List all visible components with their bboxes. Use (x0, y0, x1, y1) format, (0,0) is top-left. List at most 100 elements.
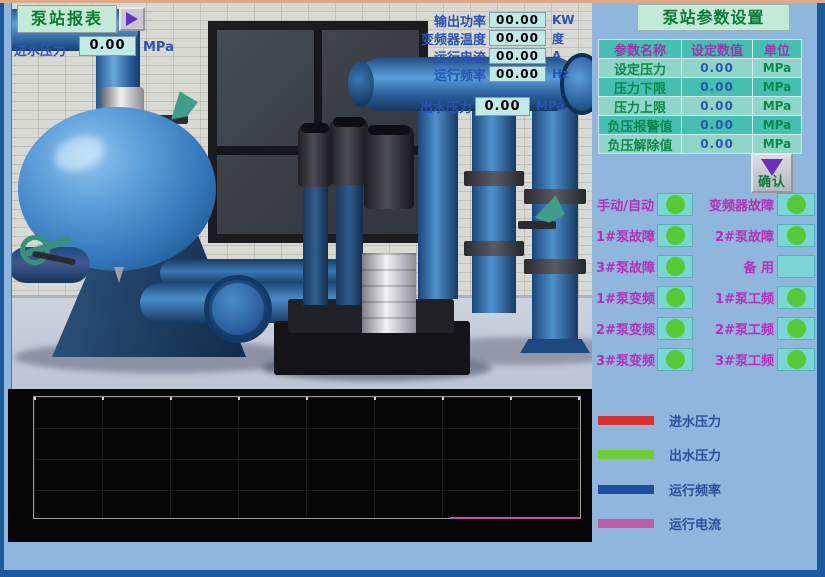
status-lamp (666, 257, 685, 276)
confirm-button[interactable]: 确认 (751, 153, 793, 193)
legend-color-bar (598, 519, 654, 528)
frame-left (0, 3, 4, 577)
status-lamp (666, 288, 685, 307)
setting-value[interactable]: 0.00 (682, 97, 752, 115)
readout-value: 00.00 (489, 66, 546, 82)
frame-bottom (0, 570, 825, 577)
trend-plot-area (33, 396, 581, 519)
settings-col-header: 参数名称 (599, 40, 681, 58)
pump-motor-3 (364, 125, 414, 209)
readout-label: 输出功率 (376, 11, 486, 30)
readout-row: 运行电流 00.00 A (376, 47, 575, 65)
status-lamp-box (657, 317, 693, 340)
pump-motor-2 (330, 117, 368, 185)
setting-name: 负压报警值 (599, 116, 681, 134)
readout-unit: Hz (552, 67, 569, 81)
readout-unit: KW (552, 13, 575, 27)
setting-value[interactable]: 0.00 (682, 59, 752, 77)
trend-chart (8, 389, 592, 542)
status-label: 备 用 (696, 257, 774, 276)
status-lamp (666, 226, 685, 245)
readout-row: 运行频率 00.00 Hz (376, 65, 575, 83)
readout-value: 00.00 (489, 12, 546, 28)
status-lamp (787, 319, 806, 338)
readout-unit: A (552, 49, 561, 63)
status-lamp-box (777, 317, 815, 340)
status-lamp (666, 319, 685, 338)
readout-label: 运行频率 (376, 65, 486, 84)
frame-top (0, 0, 825, 3)
setting-name: 压力下限 (599, 78, 681, 96)
setting-value[interactable]: 0.00 (682, 78, 752, 96)
setting-name: 负压解除值 (599, 135, 681, 153)
pump-motor-1 (298, 123, 332, 187)
readout-row: 输出功率 00.00 KW (376, 11, 575, 29)
setting-unit: MPa (753, 78, 801, 96)
legend-label: 进水压力 (669, 411, 721, 430)
report-arrow-button[interactable] (119, 7, 145, 31)
status-label: 2#泵变频 (596, 319, 654, 338)
status-lamp-box (657, 348, 693, 371)
legend-color-bar (598, 450, 654, 459)
status-label: 2#泵工频 (696, 319, 774, 338)
legend-color-bar (598, 485, 654, 494)
valve-stem (518, 221, 556, 229)
inlet-pressure-unit: MPa (143, 40, 174, 55)
status-lamp-box (657, 193, 693, 216)
status-lamp-box (777, 193, 815, 216)
readout-value: 00.00 (489, 30, 546, 46)
setting-name: 设定压力 (599, 59, 681, 77)
status-lamp-box (777, 224, 815, 247)
pump-column-1 (303, 185, 328, 305)
status-lamp-box (777, 255, 815, 278)
legend-item: 运行电流 (598, 515, 721, 531)
readout-row: 变频器温度 00.00 度 (376, 29, 575, 47)
status-lamp (787, 288, 806, 307)
blind-flange (204, 275, 272, 343)
confirm-button-label: 确认 (753, 171, 791, 190)
readout-label: 运行电流 (376, 47, 486, 66)
status-label: 3#泵工频 (696, 350, 774, 369)
running-current-trace (450, 517, 580, 519)
status-label: 1#泵工频 (696, 288, 774, 307)
legend-label: 运行频率 (669, 480, 721, 499)
flange-collar (464, 241, 524, 256)
readout-value: 00.00 (489, 48, 546, 64)
manifold-left-cap (348, 61, 374, 107)
setting-unit: MPa (753, 116, 801, 134)
status-lamp (787, 350, 806, 369)
setting-value[interactable]: 0.00 (682, 135, 752, 153)
setting-value[interactable]: 0.00 (682, 116, 752, 134)
status-label: 1#泵变频 (596, 288, 654, 307)
pump-barrel-stainless (362, 253, 416, 333)
status-lamp-box (657, 286, 693, 309)
report-button[interactable]: 泵站报表 (17, 5, 117, 33)
status-label: 1#泵故障 (596, 226, 654, 245)
readout-list: 输出功率 00.00 KW 变频器温度 00.00 度 运行电流 00.00 A… (376, 11, 575, 83)
status-label: 3#泵故障 (596, 257, 654, 276)
settings-col-header: 设定数值 (682, 40, 752, 58)
settings-table: 参数名称 设定数值 单位 设定压力0.00MPa压力下限0.00MPa压力上限0… (598, 39, 802, 154)
legend-label: 出水压力 (669, 445, 721, 464)
status-label: 2#泵故障 (696, 226, 774, 245)
status-lamp-box (777, 348, 815, 371)
pump-column-2 (336, 183, 363, 305)
play-icon (126, 12, 138, 26)
status-lamp (666, 195, 685, 214)
outlet-pressure-unit: MPa (536, 99, 565, 113)
riser-foot (520, 339, 590, 353)
legend-item: 进水压力 (598, 412, 721, 428)
inlet-pressure-value: 0.00 (79, 36, 136, 56)
legend-item: 出水压力 (598, 446, 721, 462)
flange-collar (524, 259, 586, 274)
setting-name: 压力上限 (599, 97, 681, 115)
readout-label: 变频器温度 (376, 29, 486, 48)
pump-station-hmi-screen: 泵站报表 进水压力 0.00 MPa 输出功率 00.00 KW 变频器温度 0… (0, 0, 825, 577)
status-lamp (787, 226, 806, 245)
status-label: 手动/自动 (596, 195, 654, 214)
discharge-riser-1 (418, 97, 458, 299)
settings-panel-title: 泵站参数设置 (637, 4, 790, 31)
outlet-pressure-value: 0.00 (475, 97, 530, 116)
setting-unit: MPa (753, 135, 801, 153)
discharge-riser-2 (472, 101, 516, 313)
